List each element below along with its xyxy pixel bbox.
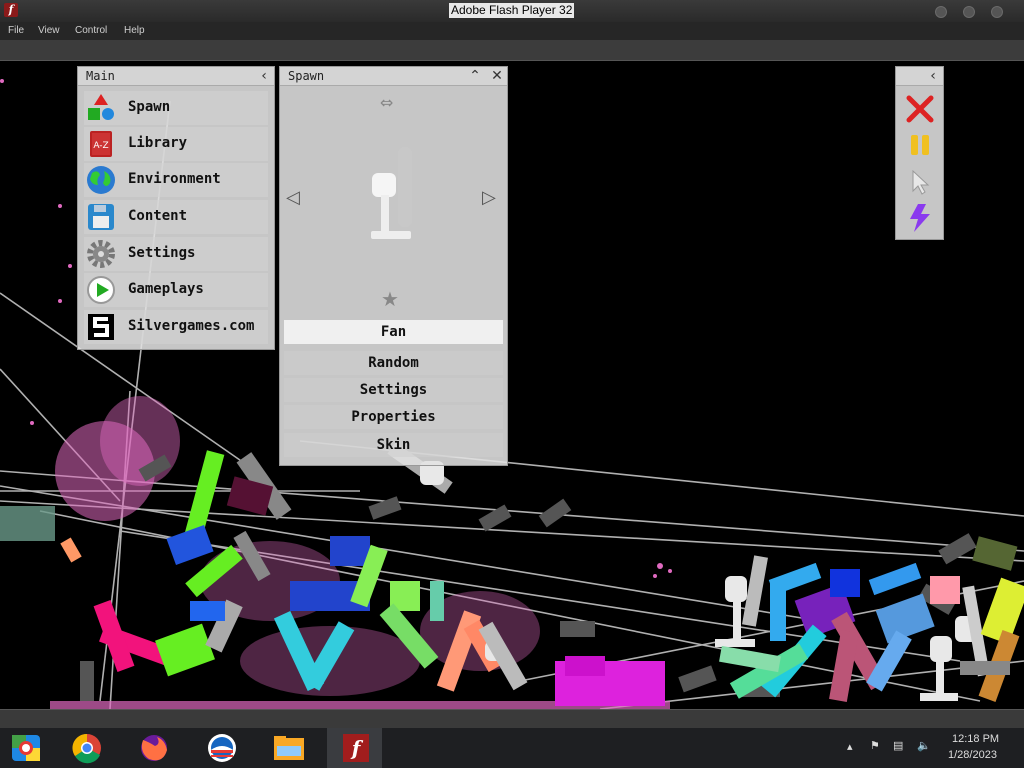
main-item-settings[interactable]: Settings <box>84 237 268 271</box>
collapse-left-icon[interactable]: ‹ <box>256 68 272 84</box>
volume-icon[interactable]: 🔈 <box>917 739 931 752</box>
lightning-icon[interactable] <box>906 203 934 233</box>
main-item-library[interactable]: A-Z Library <box>84 127 268 161</box>
windows-taskbar: f ▴ ⚑ ▤ 🔈 12:18 PM 1/28/2023 <box>0 728 1024 768</box>
spawn-option-properties[interactable]: Properties <box>284 405 503 429</box>
flash-bottom-strip <box>0 709 1024 729</box>
main-panel-title: Main <box>86 69 115 83</box>
pointer-icon[interactable] <box>910 169 932 195</box>
menu-control[interactable]: Control <box>75 25 107 36</box>
spawn-panel-title: Spawn <box>288 69 325 83</box>
gear-icon <box>87 240 115 268</box>
collapse-left-icon[interactable]: ‹ <box>925 68 941 84</box>
menu-file[interactable]: File <box>8 25 24 36</box>
window-title: Adobe Flash Player 32 <box>449 3 575 18</box>
maximize-button[interactable] <box>963 6 975 18</box>
fan-preview-icon <box>371 147 412 239</box>
main-item-silvergames[interactable]: Silvergames.com <box>84 310 268 344</box>
main-item-environment[interactable]: Environment <box>84 163 268 197</box>
shapes-icon <box>88 94 114 120</box>
network-icon[interactable]: ▤ <box>893 739 903 752</box>
floppy-disk-icon <box>88 204 114 230</box>
main-item-label: Environment <box>128 171 221 187</box>
spawn-option-settings[interactable]: Settings <box>284 378 503 402</box>
favorite-star-icon[interactable]: ★ <box>381 287 399 311</box>
file-explorer-icon[interactable] <box>270 732 308 764</box>
show-hidden-icons-icon[interactable]: ▴ <box>847 740 853 753</box>
flash-player-icon[interactable]: f <box>337 732 375 764</box>
main-item-spawn[interactable]: Spawn <box>84 91 268 125</box>
pause-icon[interactable] <box>908 133 932 157</box>
main-item-label: Spawn <box>128 99 171 115</box>
resize-arrows-icon[interactable]: ⇔ <box>380 93 393 112</box>
library-badge: A-Z <box>93 141 108 151</box>
spawn-option-random[interactable]: Random <box>284 351 503 375</box>
main-item-label: Library <box>128 135 188 151</box>
main-menu-panel: Main ‹ Spawn A-Z Library Environment Con… <box>77 66 275 350</box>
chrome-icon[interactable] <box>68 732 106 764</box>
clock-date[interactable]: 1/28/2023 <box>948 749 997 761</box>
firefox-icon[interactable] <box>135 732 173 764</box>
menu-view[interactable]: View <box>38 25 60 36</box>
main-item-label: Silvergames.com <box>128 318 255 334</box>
spawn-panel-header: Spawn ⌃ ✕ <box>280 67 507 86</box>
menu-bar: File View Control Help <box>0 22 1024 40</box>
main-item-content[interactable]: Content <box>84 200 268 234</box>
main-item-label: Settings <box>128 245 196 261</box>
tool-panel: ‹ <box>895 66 944 240</box>
play-icon <box>87 276 115 304</box>
main-item-label: Gameplays <box>128 281 204 297</box>
explorer-ie-icon[interactable] <box>8 732 46 764</box>
chevron-up-icon[interactable]: ⌃ <box>467 68 483 84</box>
close-button[interactable] <box>991 6 1003 18</box>
globe-icon <box>87 166 115 194</box>
close-icon[interactable]: ✕ <box>489 68 505 84</box>
selected-item-fan[interactable]: Fan <box>284 320 503 344</box>
window-title-bar: f Adobe Flash Player 32 <box>0 0 1024 22</box>
toolbar-strip <box>0 40 1024 61</box>
flash-app-icon: f <box>4 3 18 17</box>
previous-arrow-icon[interactable]: ◁ <box>286 187 300 208</box>
book-icon: A-Z <box>90 131 112 157</box>
main-item-gameplays[interactable]: Gameplays <box>84 273 268 307</box>
menu-help[interactable]: Help <box>124 25 145 36</box>
main-panel-header: Main ‹ <box>78 67 274 86</box>
flag-icon[interactable]: ⚑ <box>870 739 880 752</box>
minimize-button[interactable] <box>935 6 947 18</box>
silvergames-logo-icon <box>88 314 114 340</box>
delete-x-icon[interactable] <box>906 95 934 123</box>
obama-logo-icon[interactable] <box>203 732 241 764</box>
spawn-option-skin[interactable]: Skin <box>284 433 503 457</box>
spawn-panel: Spawn ⌃ ✕ ⇔ ◁ ▷ ★ Fan Random Settings Pr… <box>279 66 508 466</box>
next-arrow-icon[interactable]: ▷ <box>482 187 496 208</box>
clock-time[interactable]: 12:18 PM <box>952 733 999 745</box>
main-item-label: Content <box>128 208 188 224</box>
tool-panel-header: ‹ <box>896 67 943 86</box>
